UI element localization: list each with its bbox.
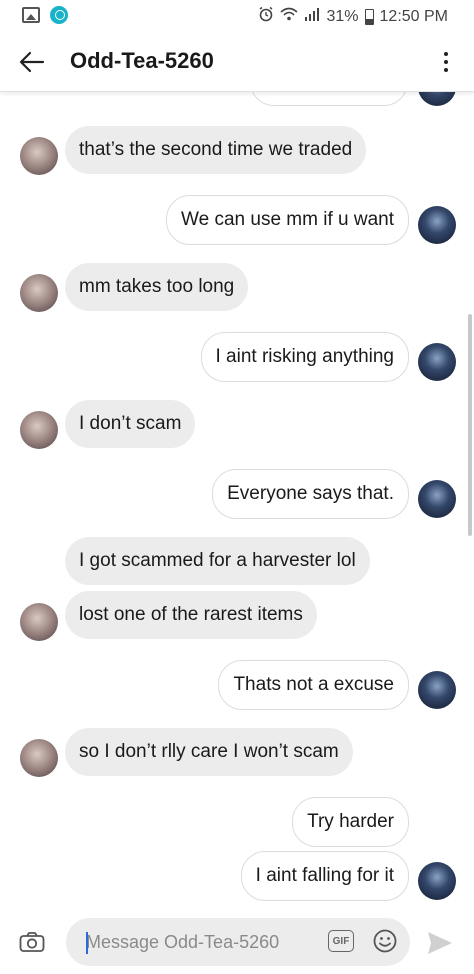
contact-avatar[interactable] xyxy=(20,411,58,449)
camera-icon xyxy=(19,932,45,952)
message-bubble-incoming[interactable]: lost one of the rarest items xyxy=(65,591,317,639)
message-bubble-incoming[interactable]: I got scammed for a harvester lol xyxy=(65,537,370,585)
status-notifications xyxy=(22,6,68,24)
status-indicators: 31% 12:50 PM xyxy=(258,6,448,27)
gallery-notification-icon xyxy=(22,7,40,23)
status-bar: 31% 12:50 PM xyxy=(0,0,474,32)
battery-percent: 31% xyxy=(326,7,359,25)
gif-button[interactable]: GIF xyxy=(328,930,354,952)
alarm-icon xyxy=(258,6,274,27)
my-avatar xyxy=(418,206,456,244)
back-button[interactable] xyxy=(14,44,50,80)
scrollbar[interactable] xyxy=(468,314,472,536)
message-bubble-incoming[interactable]: so I don’t rlly care I won’t scam xyxy=(65,728,353,776)
send-button[interactable] xyxy=(426,930,454,956)
message-list[interactable]: that’s the second time we traded We can … xyxy=(0,92,474,910)
message-input[interactable] xyxy=(86,930,316,954)
message-bubble-incoming[interactable]: I don’t scam xyxy=(65,400,196,448)
message-bubble-outgoing[interactable] xyxy=(250,92,408,106)
my-avatar xyxy=(418,671,456,709)
contact-avatar[interactable] xyxy=(20,603,58,641)
contact-avatar[interactable] xyxy=(20,739,58,777)
conversation-header: Odd-Tea-5260 xyxy=(0,32,474,92)
more-options-button[interactable] xyxy=(432,44,460,80)
message-bubble-incoming[interactable]: mm takes too long xyxy=(65,263,249,311)
text-caret xyxy=(86,932,88,954)
emoji-button[interactable] xyxy=(372,928,398,954)
signal-icon xyxy=(304,7,320,26)
message-bubble-outgoing[interactable]: I aint risking anything xyxy=(200,332,409,382)
emoji-icon xyxy=(373,929,397,953)
app-notification-icon xyxy=(50,6,68,24)
message-bubble-outgoing[interactable]: I aint falling for it xyxy=(240,851,409,901)
message-bubble-incoming[interactable]: that’s the second time we traded xyxy=(65,126,367,174)
more-vert-dot xyxy=(444,60,448,64)
clock: 12:50 PM xyxy=(379,7,448,25)
back-arrow-icon xyxy=(19,51,45,73)
message-bubble-outgoing[interactable]: We can use mm if u want xyxy=(166,195,409,245)
message-bubble-outgoing[interactable]: Everyone says that. xyxy=(212,469,409,519)
my-avatar xyxy=(418,480,456,518)
more-vert-icon xyxy=(444,52,448,56)
contact-avatar[interactable] xyxy=(20,137,58,175)
message-bubble-outgoing[interactable]: Thats not a excuse xyxy=(218,660,409,710)
conversation-title: Odd-Tea-5260 xyxy=(70,48,214,73)
my-avatar xyxy=(418,92,456,106)
more-vert-dot xyxy=(444,68,448,72)
my-avatar xyxy=(418,343,456,381)
camera-button[interactable] xyxy=(16,926,48,958)
message-input-wrapper: GIF xyxy=(66,918,410,966)
contact-avatar[interactable] xyxy=(20,274,58,312)
message-bubble-outgoing[interactable]: Try harder xyxy=(292,797,409,847)
wifi-icon xyxy=(280,7,299,26)
my-avatar xyxy=(418,862,456,900)
send-icon xyxy=(428,932,452,954)
battery-icon xyxy=(364,8,374,25)
message-composer: GIF xyxy=(0,910,474,974)
